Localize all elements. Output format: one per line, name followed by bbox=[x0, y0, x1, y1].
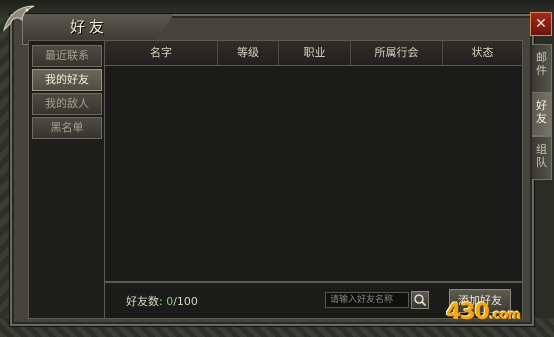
nav-my-enemies[interactable]: 我的敌人 bbox=[32, 93, 102, 115]
nav-blacklist-label: 黑名单 bbox=[50, 121, 84, 134]
column-name[interactable]: 名字 bbox=[105, 41, 218, 65]
friends-table: 名字 等级 职业 所属行会 状态 bbox=[104, 40, 523, 282]
column-guild[interactable]: 所属行会 bbox=[351, 41, 443, 65]
window-title: 好友 bbox=[70, 18, 109, 36]
nav-my-friends-label: 我的好友 bbox=[45, 73, 89, 86]
search-button[interactable] bbox=[411, 291, 429, 309]
friend-count-label: 好友数: bbox=[126, 295, 163, 308]
column-class[interactable]: 职业 bbox=[279, 41, 351, 65]
column-level[interactable]: 等级 bbox=[218, 41, 279, 65]
tab-mail[interactable]: 邮件 bbox=[532, 44, 552, 96]
watermark-suffix: .com bbox=[488, 308, 521, 323]
close-icon: ✕ bbox=[535, 16, 547, 32]
friend-search-input[interactable] bbox=[325, 292, 409, 308]
tab-team[interactable]: 组队 bbox=[532, 136, 552, 180]
nav-my-enemies-label: 我的敌人 bbox=[45, 97, 89, 110]
table-header: 名字 等级 职业 所属行会 状态 bbox=[105, 41, 522, 66]
friend-count: 好友数: 0/100 bbox=[126, 293, 198, 309]
friend-count-max: /100 bbox=[173, 295, 198, 308]
tab-friends-label: 好友 bbox=[536, 99, 547, 125]
watermark-number: 430 bbox=[446, 300, 490, 325]
close-button[interactable]: ✕ bbox=[530, 12, 552, 36]
dragon-ornament-icon bbox=[3, 5, 35, 32]
tab-mail-label: 邮件 bbox=[536, 51, 547, 77]
tab-team-label: 组队 bbox=[536, 143, 547, 169]
site-watermark: 430.com bbox=[446, 300, 521, 325]
nav-my-friends[interactable]: 我的好友 bbox=[32, 69, 102, 91]
nav-recent-contacts[interactable]: 最近联系 bbox=[32, 45, 102, 67]
nav-blacklist[interactable]: 黑名单 bbox=[32, 117, 102, 139]
search-icon bbox=[414, 294, 427, 307]
nav-recent-contacts-label: 最近联系 bbox=[45, 49, 89, 62]
tab-friends[interactable]: 好友 bbox=[532, 92, 552, 136]
column-status[interactable]: 状态 bbox=[443, 41, 522, 65]
